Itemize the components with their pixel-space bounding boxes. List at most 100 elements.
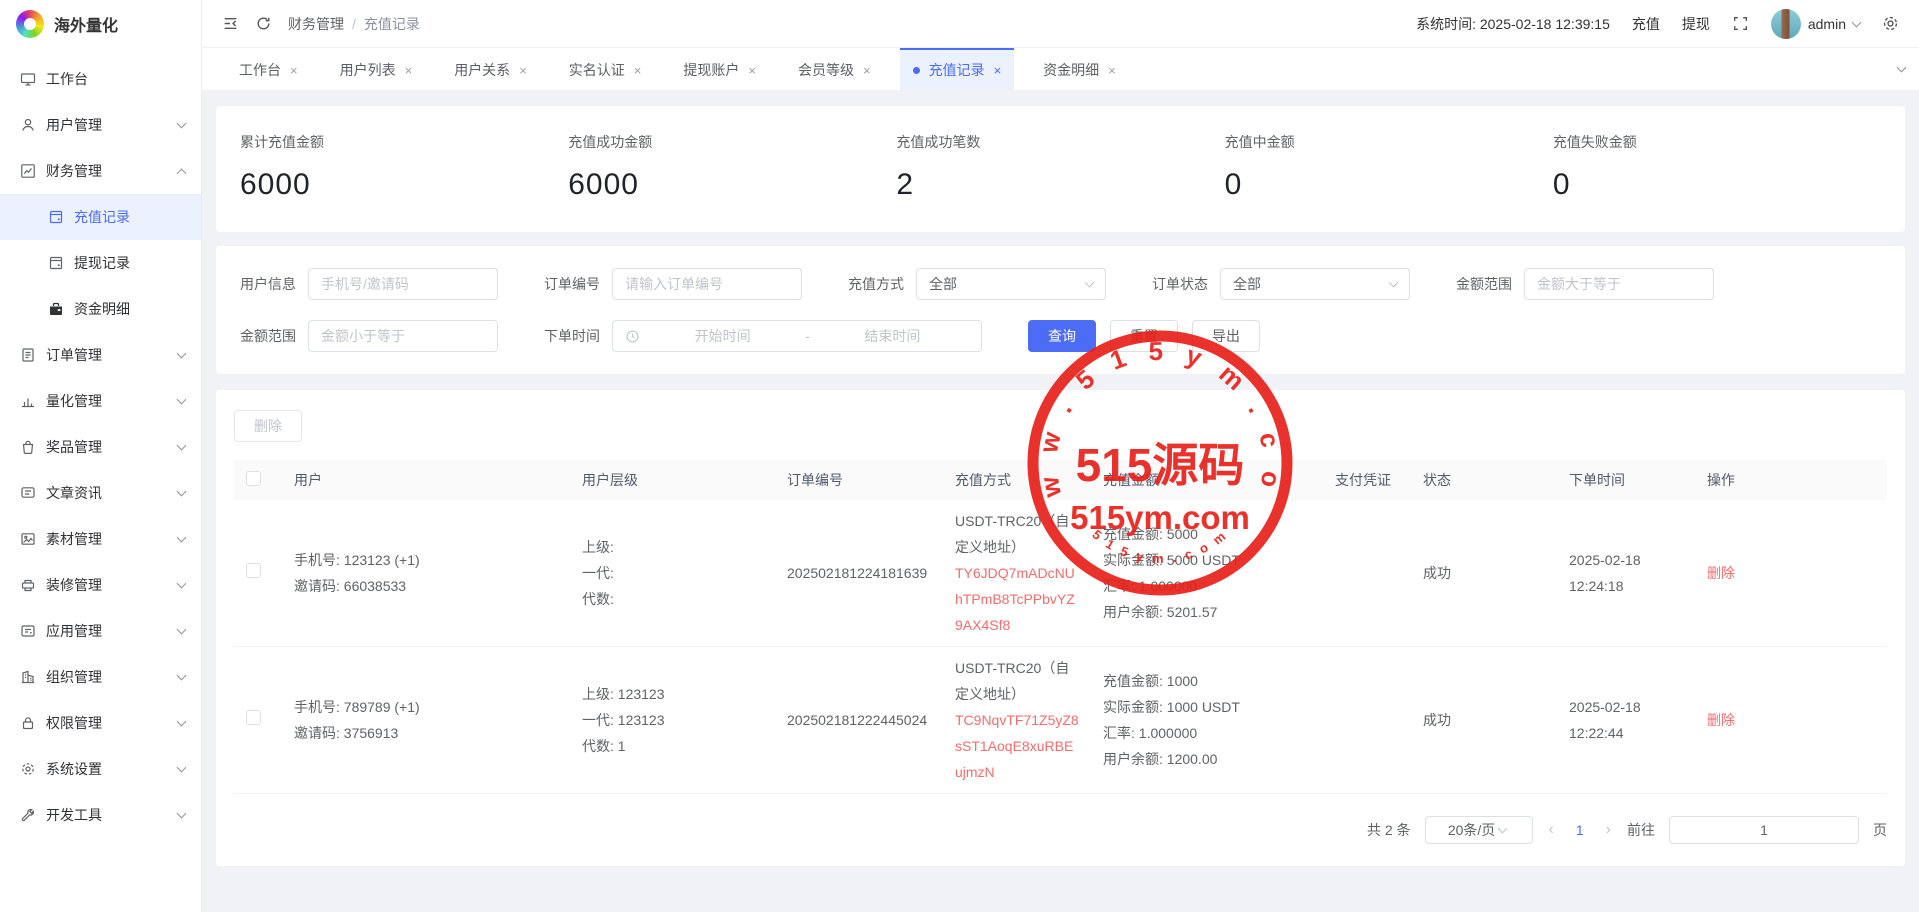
tab-workbench[interactable]: 工作台 × xyxy=(226,48,311,90)
sidebar-item-permission-management[interactable]: 权限管理 xyxy=(0,700,201,746)
close-icon[interactable]: × xyxy=(519,63,527,78)
sidebar-item-order-management[interactable]: 订单管理 xyxy=(0,332,201,378)
withdraw-button[interactable]: 提现 xyxy=(1682,14,1710,34)
stats-card: 累计充值金额 6000 充值成功金额 6000 充值成功笔数 2 充值中金额 0… xyxy=(216,106,1905,232)
avatar[interactable] xyxy=(1771,9,1801,39)
reset-button[interactable]: 重置 xyxy=(1110,320,1178,352)
clock-icon xyxy=(625,329,640,344)
sidebar-item-finance-management[interactable]: 财务管理 xyxy=(0,148,201,194)
col-header-method: 充值方式 xyxy=(943,460,1091,500)
tab-label: 工作台 xyxy=(239,60,281,80)
settings-gear-icon[interactable] xyxy=(1882,15,1899,32)
delete-row-link[interactable]: 删除 xyxy=(1707,565,1735,581)
sidebar-item-workbench[interactable]: 工作台 xyxy=(0,56,201,102)
tab-fund-details[interactable]: 资金明细× xyxy=(1030,48,1129,90)
sidebar-item-app-management[interactable]: 应用管理 xyxy=(0,608,201,654)
tab-user-list[interactable]: 用户列表× xyxy=(327,48,426,90)
logo-row: 海外量化 xyxy=(0,0,201,48)
fullscreen-icon[interactable] xyxy=(1732,15,1749,32)
method-select[interactable]: 全部 xyxy=(916,268,1106,300)
prev-page-button[interactable]: ‹ xyxy=(1547,821,1556,839)
stat-value: 0 xyxy=(1225,168,1553,202)
export-button[interactable]: 导出 xyxy=(1192,320,1260,352)
sidebar-item-withdraw-records[interactable]: 提现记录 xyxy=(0,240,201,286)
bar-chart-icon xyxy=(20,393,36,409)
batch-delete-button[interactable]: 删除 xyxy=(234,410,302,442)
tab-user-relations[interactable]: 用户关系× xyxy=(441,48,540,90)
sidebar-item-quant-management[interactable]: 量化管理 xyxy=(0,378,201,424)
filter-label: 订单状态 xyxy=(1152,274,1208,294)
amount-rate: 汇率: 1.000000 xyxy=(1103,720,1311,746)
sidebar-item-label: 奖品管理 xyxy=(46,437,178,457)
refresh-icon[interactable] xyxy=(255,15,272,32)
close-icon[interactable]: × xyxy=(863,63,871,78)
sidebar-item-fund-details[interactable]: 资金明细 xyxy=(0,286,201,332)
current-page[interactable]: 1 xyxy=(1570,822,1590,838)
page-size-select[interactable]: 20条/页 xyxy=(1425,816,1533,844)
user-info-input[interactable] xyxy=(308,268,498,300)
date-range-picker[interactable]: 开始时间 - 结束时间 xyxy=(612,320,982,352)
row-checkbox[interactable] xyxy=(246,710,261,725)
search-button[interactable]: 查询 xyxy=(1028,320,1096,352)
sidebar-item-recharge-records[interactable]: 充值记录 xyxy=(0,194,201,240)
filter-order-time: 下单时间 开始时间 - 结束时间 xyxy=(544,320,982,352)
crypto-address-link[interactable]: TC9NqvTF71Z5yZ8sST1AoqE8xuRBEujmzN xyxy=(955,707,1079,785)
level-parent: 上级: 123123 xyxy=(582,681,763,707)
end-time-placeholder[interactable]: 结束时间 xyxy=(816,326,969,346)
record-icon xyxy=(48,209,64,225)
amount-actual: 实际金额: 1000 USDT xyxy=(1103,694,1311,720)
tab-real-name-auth[interactable]: 实名认证× xyxy=(556,48,655,90)
sidebar-item-org-management[interactable]: 组织管理 xyxy=(0,654,201,700)
table-header-row: 用户 用户层级 订单编号 充值方式 充值金额 支付凭证 状态 下单时间 操作 xyxy=(234,460,1887,500)
method-cell: USDT-TRC20（自定义地址） TC9NqvTF71Z5yZ8sST1Aoq… xyxy=(943,647,1091,794)
amount-min-input[interactable] xyxy=(1524,268,1714,300)
sidebar-item-dev-tools[interactable]: 开发工具 xyxy=(0,792,201,838)
active-dot-icon xyxy=(913,67,920,74)
tab-withdraw-accounts[interactable]: 提现账户× xyxy=(670,48,769,90)
page-unit: 页 xyxy=(1873,820,1887,840)
next-page-button[interactable]: › xyxy=(1604,821,1613,839)
lock-icon xyxy=(20,715,36,731)
tab-actions-dropdown[interactable] xyxy=(1898,48,1905,90)
sidebar-item-label: 资金明细 xyxy=(74,299,185,319)
sidebar-item-user-management[interactable]: 用户管理 xyxy=(0,102,201,148)
col-header-amount: 充值金额 xyxy=(1091,460,1323,500)
order-no-input[interactable] xyxy=(612,268,802,300)
recharge-button[interactable]: 充值 xyxy=(1632,14,1660,34)
breadcrumb-parent[interactable]: 财务管理 xyxy=(288,14,344,34)
row-checkbox[interactable] xyxy=(246,563,261,578)
goto-page-input[interactable] xyxy=(1669,816,1859,844)
start-time-placeholder[interactable]: 开始时间 xyxy=(646,326,799,346)
close-icon[interactable]: × xyxy=(634,63,642,78)
tabbar: 工作台 × 用户列表× 用户关系× 实名认证× 提现账户× 会员等级× 充值记录×… xyxy=(202,48,1919,91)
breadcrumb-separator: / xyxy=(352,16,356,32)
close-icon[interactable]: × xyxy=(994,63,1002,78)
user-menu[interactable]: admin xyxy=(1771,9,1860,39)
sidebar-item-system-settings[interactable]: 系统设置 xyxy=(0,746,201,792)
collapse-sidebar-icon[interactable] xyxy=(222,15,239,32)
system-time: 系统时间: 2025-02-18 12:39:15 xyxy=(1416,14,1610,34)
sidebar-item-decoration-management[interactable]: 装修管理 xyxy=(0,562,201,608)
close-icon[interactable]: × xyxy=(1108,63,1116,78)
select-all-checkbox[interactable] xyxy=(246,471,261,486)
amount-max-input[interactable] xyxy=(308,320,498,352)
col-header-order-no: 订单编号 xyxy=(775,460,943,500)
close-icon[interactable]: × xyxy=(405,63,413,78)
tab-member-levels[interactable]: 会员等级× xyxy=(785,48,884,90)
stat-label: 充值中金额 xyxy=(1225,132,1553,152)
delete-row-link[interactable]: 删除 xyxy=(1707,712,1735,728)
close-icon[interactable]: × xyxy=(748,63,756,78)
sidebar-item-material-management[interactable]: 素材管理 xyxy=(0,516,201,562)
table-row: 手机号: 123123 (+1) 邀请码: 66038533 上级: 一代: 代… xyxy=(234,500,1887,647)
select-value: 全部 xyxy=(1233,274,1261,294)
chevron-down-icon xyxy=(177,763,187,773)
amount-balance: 用户余额: 5201.57 xyxy=(1103,599,1311,625)
stat-success-amount: 充值成功金额 6000 xyxy=(568,132,896,202)
order-status-select[interactable]: 全部 xyxy=(1220,268,1410,300)
sidebar-item-prize-management[interactable]: 奖品管理 xyxy=(0,424,201,470)
crypto-address-link[interactable]: TY6JDQ7mADcNUhTPmB8TcPPbvYZ9AX4Sf8 xyxy=(955,560,1079,638)
close-icon[interactable]: × xyxy=(290,63,298,78)
user-phone: 手机号: 789789 (+1) xyxy=(294,694,558,720)
tab-recharge-records[interactable]: 充值记录× xyxy=(900,48,1015,90)
sidebar-item-article-news[interactable]: 文章资讯 xyxy=(0,470,201,516)
